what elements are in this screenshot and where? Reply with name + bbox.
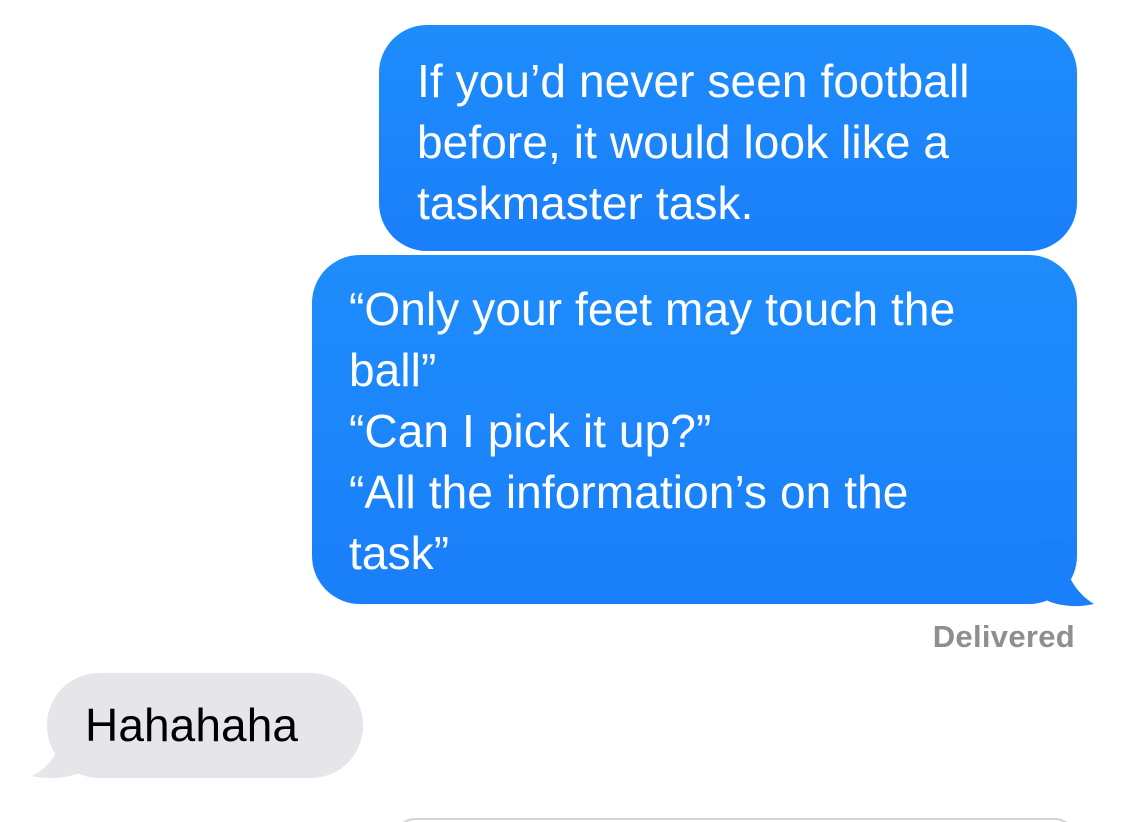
outgoing-bubble-tail-icon — [1040, 540, 1094, 607]
partial-message-bubble — [395, 818, 1075, 822]
incoming-message-bubble[interactable]: Hahahaha — [47, 673, 363, 778]
outgoing-message-bubble[interactable]: If you’d never seen football before, it … — [379, 25, 1077, 251]
outgoing-message-bubble[interactable]: “Only your feet may touch the ball” “Can… — [312, 255, 1077, 604]
delivery-status: Delivered — [932, 619, 1075, 654]
message-thread: If you’d never seen football before, it … — [0, 0, 1125, 822]
